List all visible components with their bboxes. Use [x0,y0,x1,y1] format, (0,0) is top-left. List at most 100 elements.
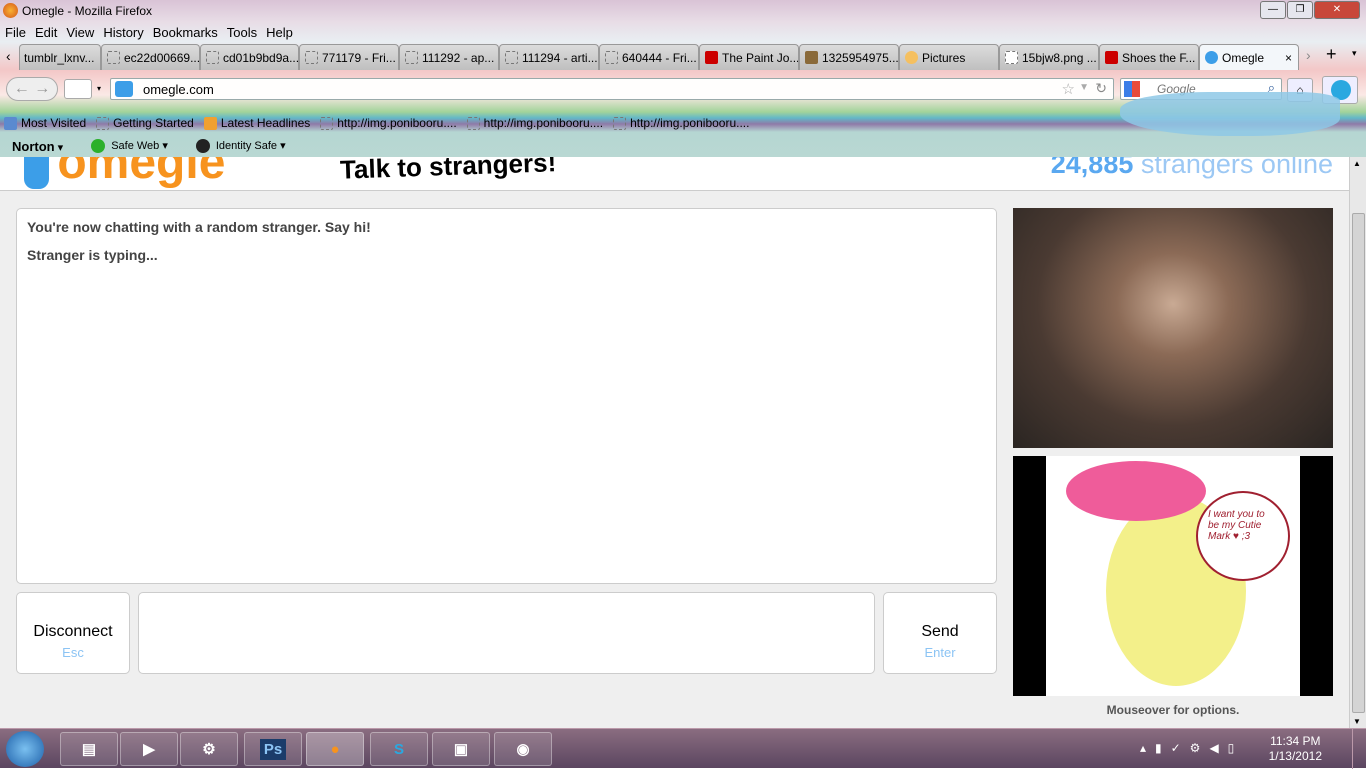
chat-input[interactable] [138,592,875,674]
typing-indicator: Stranger is typing... [27,247,158,263]
taskbar-steam[interactable]: ⚙ [180,732,238,766]
menu-edit[interactable]: Edit [35,25,57,40]
camera-icon: ◉ [516,741,530,758]
norton-menu[interactable]: Norton ▾ [12,139,63,154]
bookmark-label: http://img.ponibooru.... [630,116,750,130]
close-tab-icon[interactable]: × [1285,51,1292,65]
bookmark-label: Getting Started [113,116,194,130]
page-icon [206,51,219,64]
tab[interactable]: tumblr_lxnv... [19,44,101,70]
disconnect-button[interactable]: Disconnect Esc [16,592,130,674]
tab-list-icon[interactable]: ▾ [1352,48,1357,59]
omegle-page: omegle Talk to strangers! 24,885 strange… [0,157,1349,728]
bookmark-label: Latest Headlines [220,116,311,130]
identity-safe-menu[interactable]: Identity Safe ▾ [195,139,286,154]
menu-view[interactable]: View [66,25,94,40]
tab[interactable]: cd01b9bd9a... [200,44,299,70]
bookmark-getting-started[interactable]: Getting Started [96,115,194,131]
photoshop-icon: Ps [259,739,287,760]
scroll-up-icon[interactable]: ▲ [1353,159,1361,168]
chat-log: You're now chatting with a random strang… [16,208,997,584]
scrollbar-thumb[interactable] [1352,213,1365,713]
image-icon [1005,51,1018,64]
youtube-icon [705,51,718,64]
tab-label: 640444 - Fri... [622,51,697,65]
menu-help[interactable]: Help [266,25,293,40]
bookmark-link[interactable]: http://img.ponibooru.... [613,115,749,131]
tab[interactable]: 15bjw8.png ... [999,44,1099,70]
addon-button[interactable] [64,79,92,99]
scroll-tabs-right-icon[interactable]: › [1306,47,1311,63]
send-label: Send [921,623,959,640]
menu-bookmarks[interactable]: Bookmarks [153,25,218,40]
pony-bow [1066,461,1206,521]
menu-tools[interactable]: Tools [227,25,257,40]
stranger-video[interactable] [1013,208,1333,448]
folder-icon: ▤ [81,741,97,758]
mouseover-hint: Mouseover for options. [1106,703,1240,717]
tab-label: 771179 - Fri... [322,51,396,65]
tab[interactable]: Pictures [899,44,999,70]
send-shortcut: Enter [924,645,956,660]
bookmark-most-visited[interactable]: Most Visited [4,115,86,131]
tab-label: Omegle [1222,51,1265,65]
taskbar-explorer[interactable]: ▤ [60,732,118,766]
taskbar-skype[interactable]: S [370,732,428,766]
page-icon [405,51,418,64]
tab[interactable]: 111292 - ap... [399,44,499,70]
page-icon [320,116,334,130]
maximize-button[interactable]: ❐ [1287,1,1313,19]
scroll-down-icon[interactable]: ▼ [1353,717,1361,726]
tab[interactable]: 111294 - arti... [499,44,599,70]
minimize-button[interactable]: — [1260,1,1286,19]
tab-label: cd01b9bd9a... [223,51,299,65]
tab[interactable]: 640444 - Fri... [599,44,699,70]
norton-brand: Norton [12,138,55,154]
tab-label: 15bjw8.png ... [1022,51,1097,65]
clock[interactable]: 11:34 PM 1/13/2012 [1269,734,1322,764]
tab[interactable]: ec22d00669... [101,44,200,70]
url-bar[interactable]: omegle.com ☆ ▼ ↻ [110,78,1114,100]
close-button[interactable]: ✕ [1314,1,1360,19]
title-bar: Omegle - Mozilla Firefox [0,0,1366,22]
scroll-tabs-left-icon[interactable]: ‹ [6,48,11,64]
taskbar-media[interactable]: ▶ [120,732,178,766]
menu-file[interactable]: File [5,25,26,40]
self-video[interactable]: I want you to be my Cutie Mark ♥ ;3 [1013,456,1333,696]
tab[interactable]: Shoes the F... [1099,44,1199,70]
page-header: omegle Talk to strangers! 24,885 strange… [0,157,1349,191]
bookmark-link[interactable]: http://img.ponibooru.... [466,115,603,131]
youtube-icon [1105,51,1118,64]
taskbar: ▤ ▶ ⚙ Ps ● S ▣ ◉ ▴▮✓⚙◀▯ 11:34 PM 1/13/201… [0,728,1366,769]
reload-icon[interactable]: ↻ [1095,80,1107,97]
taskbar-photoshop[interactable]: Ps [244,732,302,766]
dropdown-icon[interactable]: ▾ [97,84,101,93]
tab[interactable]: 1325954975... [799,44,899,70]
bookmark-star-icon[interactable]: ☆ [1062,80,1075,98]
new-tab-button[interactable]: + [1326,44,1337,65]
firefox-icon: ● [330,741,340,758]
page-scrollbar[interactable]: ▲ ▼ [1349,157,1366,728]
tab-omegle-active[interactable]: Omegle × [1199,44,1299,70]
steam-icon: ⚙ [202,741,216,758]
history-dropdown-icon[interactable]: ▼ [1079,82,1089,93]
start-button[interactable] [6,731,44,767]
page-icon [505,51,518,64]
omegle-icon [1205,51,1218,64]
taskbar-camera[interactable]: ◉ [494,732,552,766]
send-button[interactable]: Send Enter [883,592,997,674]
safe-web-menu[interactable]: Safe Web ▾ [91,139,168,154]
bookmark-link[interactable]: http://img.ponibooru.... [320,115,457,131]
taskbar-network[interactable]: ▣ [432,732,490,766]
tab[interactable]: The Paint Jo... [699,44,799,70]
menu-bar: File Edit View History Bookmarks Tools H… [0,22,298,42]
back-forward-button[interactable]: ← → [6,77,58,101]
rainbow-dash-theme-art [1120,92,1340,136]
taskbar-firefox[interactable]: ● [306,732,364,766]
tab[interactable]: 771179 - Fri... [299,44,399,70]
bookmark-latest-headlines[interactable]: Latest Headlines [203,115,311,131]
show-desktop-button[interactable] [1352,729,1366,769]
menu-history[interactable]: History [103,25,143,40]
norton-toolbar: Norton ▾ Safe Web ▾ Identity Safe ▾ [0,137,298,155]
online-count: 24,885 strangers online [1051,157,1333,180]
